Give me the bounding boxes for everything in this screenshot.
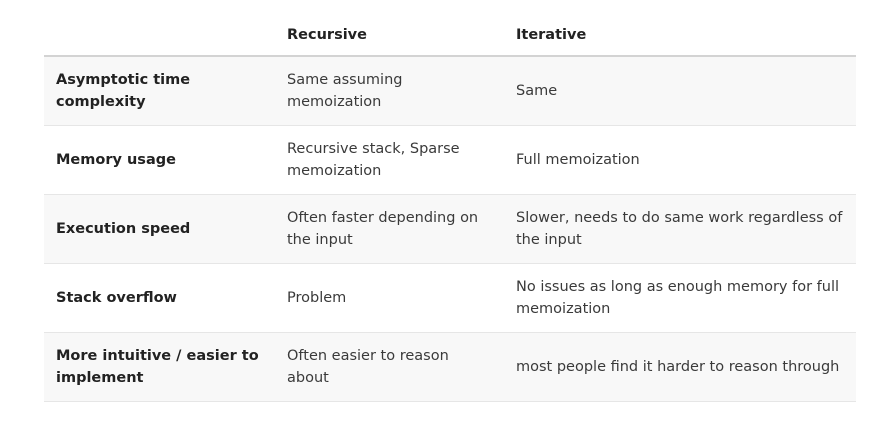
iterative-cell: most people find it harder to reason thr… <box>504 332 856 402</box>
header-cell-iterative: Iterative <box>504 14 856 57</box>
iterative-cell: No issues as long as enough memory for f… <box>504 263 856 333</box>
header-row: Recursive Iterative <box>44 14 856 57</box>
table-row: Memory usage Recursive stack, Sparse mem… <box>44 125 856 195</box>
recursive-cell: Often easier to reason about <box>275 332 504 402</box>
recursive-cell: Often faster depending on the input <box>275 194 504 264</box>
row-label: Execution speed <box>44 194 275 264</box>
recursive-cell: Recursive stack, Sparse memoization <box>275 125 504 195</box>
table-row: Stack overflow Problem No issues as long… <box>44 263 856 333</box>
row-label: Stack overflow <box>44 263 275 333</box>
row-label: More intuitive / easier to implement <box>44 332 275 402</box>
comparison-table-container: Recursive Iterative Asymptotic time comp… <box>44 14 856 402</box>
table-row: Asymptotic time complexity Same assuming… <box>44 56 856 126</box>
recursive-cell: Same assuming memoization <box>275 56 504 126</box>
table-row: Execution speed Often faster depending o… <box>44 194 856 264</box>
iterative-cell: Same <box>504 56 856 126</box>
table-body: Asymptotic time complexity Same assuming… <box>44 56 856 402</box>
table-row: More intuitive / easier to implement Oft… <box>44 332 856 402</box>
row-label: Asymptotic time complexity <box>44 56 275 126</box>
header-cell-empty <box>44 14 275 57</box>
comparison-table: Recursive Iterative Asymptotic time comp… <box>44 14 856 402</box>
row-label: Memory usage <box>44 125 275 195</box>
recursive-cell: Problem <box>275 263 504 333</box>
header-cell-recursive: Recursive <box>275 14 504 57</box>
iterative-cell: Slower, needs to do same work regardless… <box>504 194 856 264</box>
table-header: Recursive Iterative <box>44 14 856 57</box>
iterative-cell: Full memoization <box>504 125 856 195</box>
